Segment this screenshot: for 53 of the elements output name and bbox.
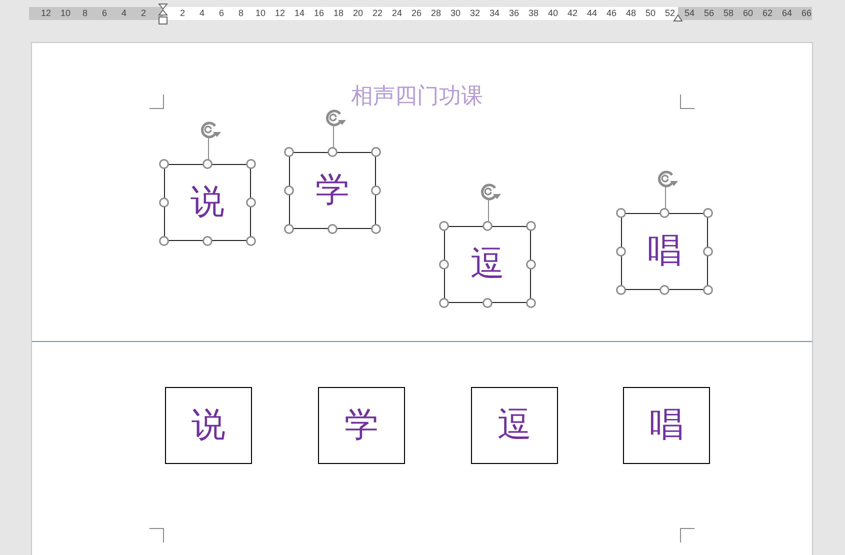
ruler-number: 50: [646, 7, 656, 20]
ruler-number: 62: [762, 7, 772, 20]
indent-marker-icon[interactable]: [673, 14, 683, 22]
ruler-number: 54: [684, 7, 694, 20]
text-box[interactable]: 唱: [621, 213, 708, 290]
ruler-number: 12: [275, 7, 285, 20]
ruler-number: 12: [41, 7, 51, 20]
ruler-number: 6: [219, 7, 224, 20]
ruler-number: 2: [141, 7, 146, 20]
ruler-number: 60: [743, 7, 753, 20]
ruler-number: 14: [294, 7, 304, 20]
ruler-number: 44: [587, 7, 597, 20]
ruler-number: 18: [334, 7, 344, 20]
ruler-number: 46: [606, 7, 616, 20]
corner-mark: [149, 94, 164, 109]
corner-mark: [680, 528, 695, 543]
ruler-number: 48: [626, 7, 636, 20]
ruler-number: 66: [802, 7, 812, 20]
ruler-number: 36: [509, 7, 519, 20]
ruler-number: 2: [180, 7, 185, 20]
text-box: 唱: [623, 387, 710, 464]
ruler-number: 58: [724, 7, 734, 20]
corner-mark: [680, 94, 695, 109]
text-box: 学: [318, 387, 405, 464]
document-title: 相声四门功课: [351, 83, 483, 111]
ruler-number: 32: [470, 7, 480, 20]
ruler-number: 52: [665, 7, 675, 20]
text-box[interactable]: 说: [164, 164, 251, 241]
ruler-number: 34: [490, 7, 500, 20]
text-box: 逗: [471, 387, 558, 464]
ruler-number: 38: [528, 7, 538, 20]
ruler-number: 28: [431, 7, 441, 20]
ruler-number: 16: [314, 7, 324, 20]
ruler-number: 10: [60, 7, 70, 20]
text-box: 说: [165, 387, 252, 464]
ruler-number: 8: [238, 7, 244, 20]
ruler-number: 64: [782, 7, 792, 20]
ruler-number: 56: [704, 7, 714, 20]
ruler-number: 8: [82, 7, 88, 20]
ruler-number: 40: [548, 7, 558, 20]
ruler-number: 22: [372, 7, 382, 20]
text-box[interactable]: 逗: [444, 226, 531, 303]
ruler-number: 30: [450, 7, 460, 20]
text-box[interactable]: 学: [289, 152, 376, 229]
ruler-number: 4: [122, 7, 126, 20]
corner-mark: [149, 528, 164, 543]
ruler-number: 6: [102, 7, 107, 20]
ruler-number: 10: [256, 7, 266, 20]
ruler-number: 26: [412, 7, 422, 20]
ruler-number: 20: [353, 7, 363, 20]
ruler-number: 4: [200, 7, 204, 20]
ruler-number: 42: [568, 7, 578, 20]
ruler-number: 24: [392, 7, 402, 20]
